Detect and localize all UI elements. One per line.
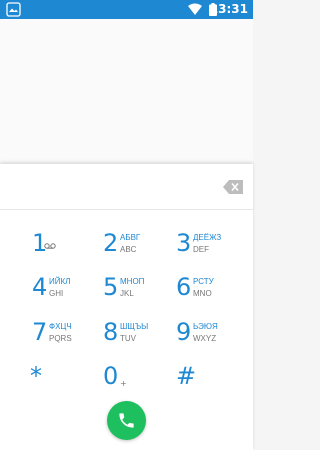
digits-row xyxy=(0,164,253,210)
backspace-icon[interactable] xyxy=(223,180,243,194)
key-hash[interactable]: # xyxy=(176,362,240,402)
key-letters: ШЩЪЫ xyxy=(120,322,149,331)
key-letters: ЬЭЮЯ xyxy=(193,322,218,331)
key-latin: + xyxy=(120,379,127,388)
key-number: # xyxy=(176,362,197,390)
key-latin: DEF xyxy=(193,245,209,254)
key-letters: РСТУ xyxy=(193,277,214,286)
wifi-icon xyxy=(188,3,202,15)
key-number: 7 xyxy=(32,318,48,346)
key-number: 2 xyxy=(103,229,119,257)
phone-icon xyxy=(119,413,134,428)
key-latin: PQRS xyxy=(49,334,72,343)
key-letters: ИЙКЛ xyxy=(49,277,71,286)
call-button[interactable] xyxy=(107,401,146,440)
key-9[interactable]: 9 ЬЭЮЯ WXYZ xyxy=(176,318,240,358)
key-star[interactable]: * xyxy=(30,362,94,402)
key-letters: ДЕЁЖЗ xyxy=(193,233,222,242)
status-time: 13:31 xyxy=(209,2,248,16)
key-0[interactable]: 0 + xyxy=(103,362,167,402)
key-number: 9 xyxy=(176,318,192,346)
status-bar: 13:31 xyxy=(0,0,253,19)
key-3[interactable]: 3 ДЕЁЖЗ DEF xyxy=(176,229,240,269)
key-number: 8 xyxy=(103,318,119,346)
key-latin: WXYZ xyxy=(193,334,217,343)
key-latin: TUV xyxy=(120,334,136,343)
key-letters: ФХЦЧ xyxy=(49,322,72,331)
key-2[interactable]: 2 АБВГ ABC xyxy=(103,229,167,269)
key-letters: АБВГ xyxy=(120,233,141,242)
key-latin: MNO xyxy=(193,289,212,298)
voicemail-icon xyxy=(44,243,56,249)
key-number: 4 xyxy=(32,273,48,301)
key-latin: GHI xyxy=(49,289,64,298)
key-latin: JKL xyxy=(120,289,134,298)
key-number: 3 xyxy=(176,229,192,257)
key-4[interactable]: 4 ИЙКЛ GHI xyxy=(32,273,96,313)
key-8[interactable]: 8 ШЩЪЫ TUV xyxy=(103,318,167,358)
key-number: 6 xyxy=(176,273,192,301)
key-number: 5 xyxy=(103,273,119,301)
key-number: * xyxy=(30,362,42,390)
key-1[interactable]: 1 xyxy=(32,229,96,269)
key-number: 0 xyxy=(103,362,119,390)
digits-field[interactable] xyxy=(10,174,214,200)
key-5[interactable]: 5 МНОП JKL xyxy=(103,273,167,313)
call-log-area xyxy=(0,19,253,164)
key-latin: ABC xyxy=(120,245,137,254)
notification-icon xyxy=(6,2,21,17)
key-letters: МНОП xyxy=(120,277,145,286)
key-6[interactable]: 6 РСТУ MNO xyxy=(176,273,240,313)
key-7[interactable]: 7 ФХЦЧ PQRS xyxy=(32,318,96,358)
